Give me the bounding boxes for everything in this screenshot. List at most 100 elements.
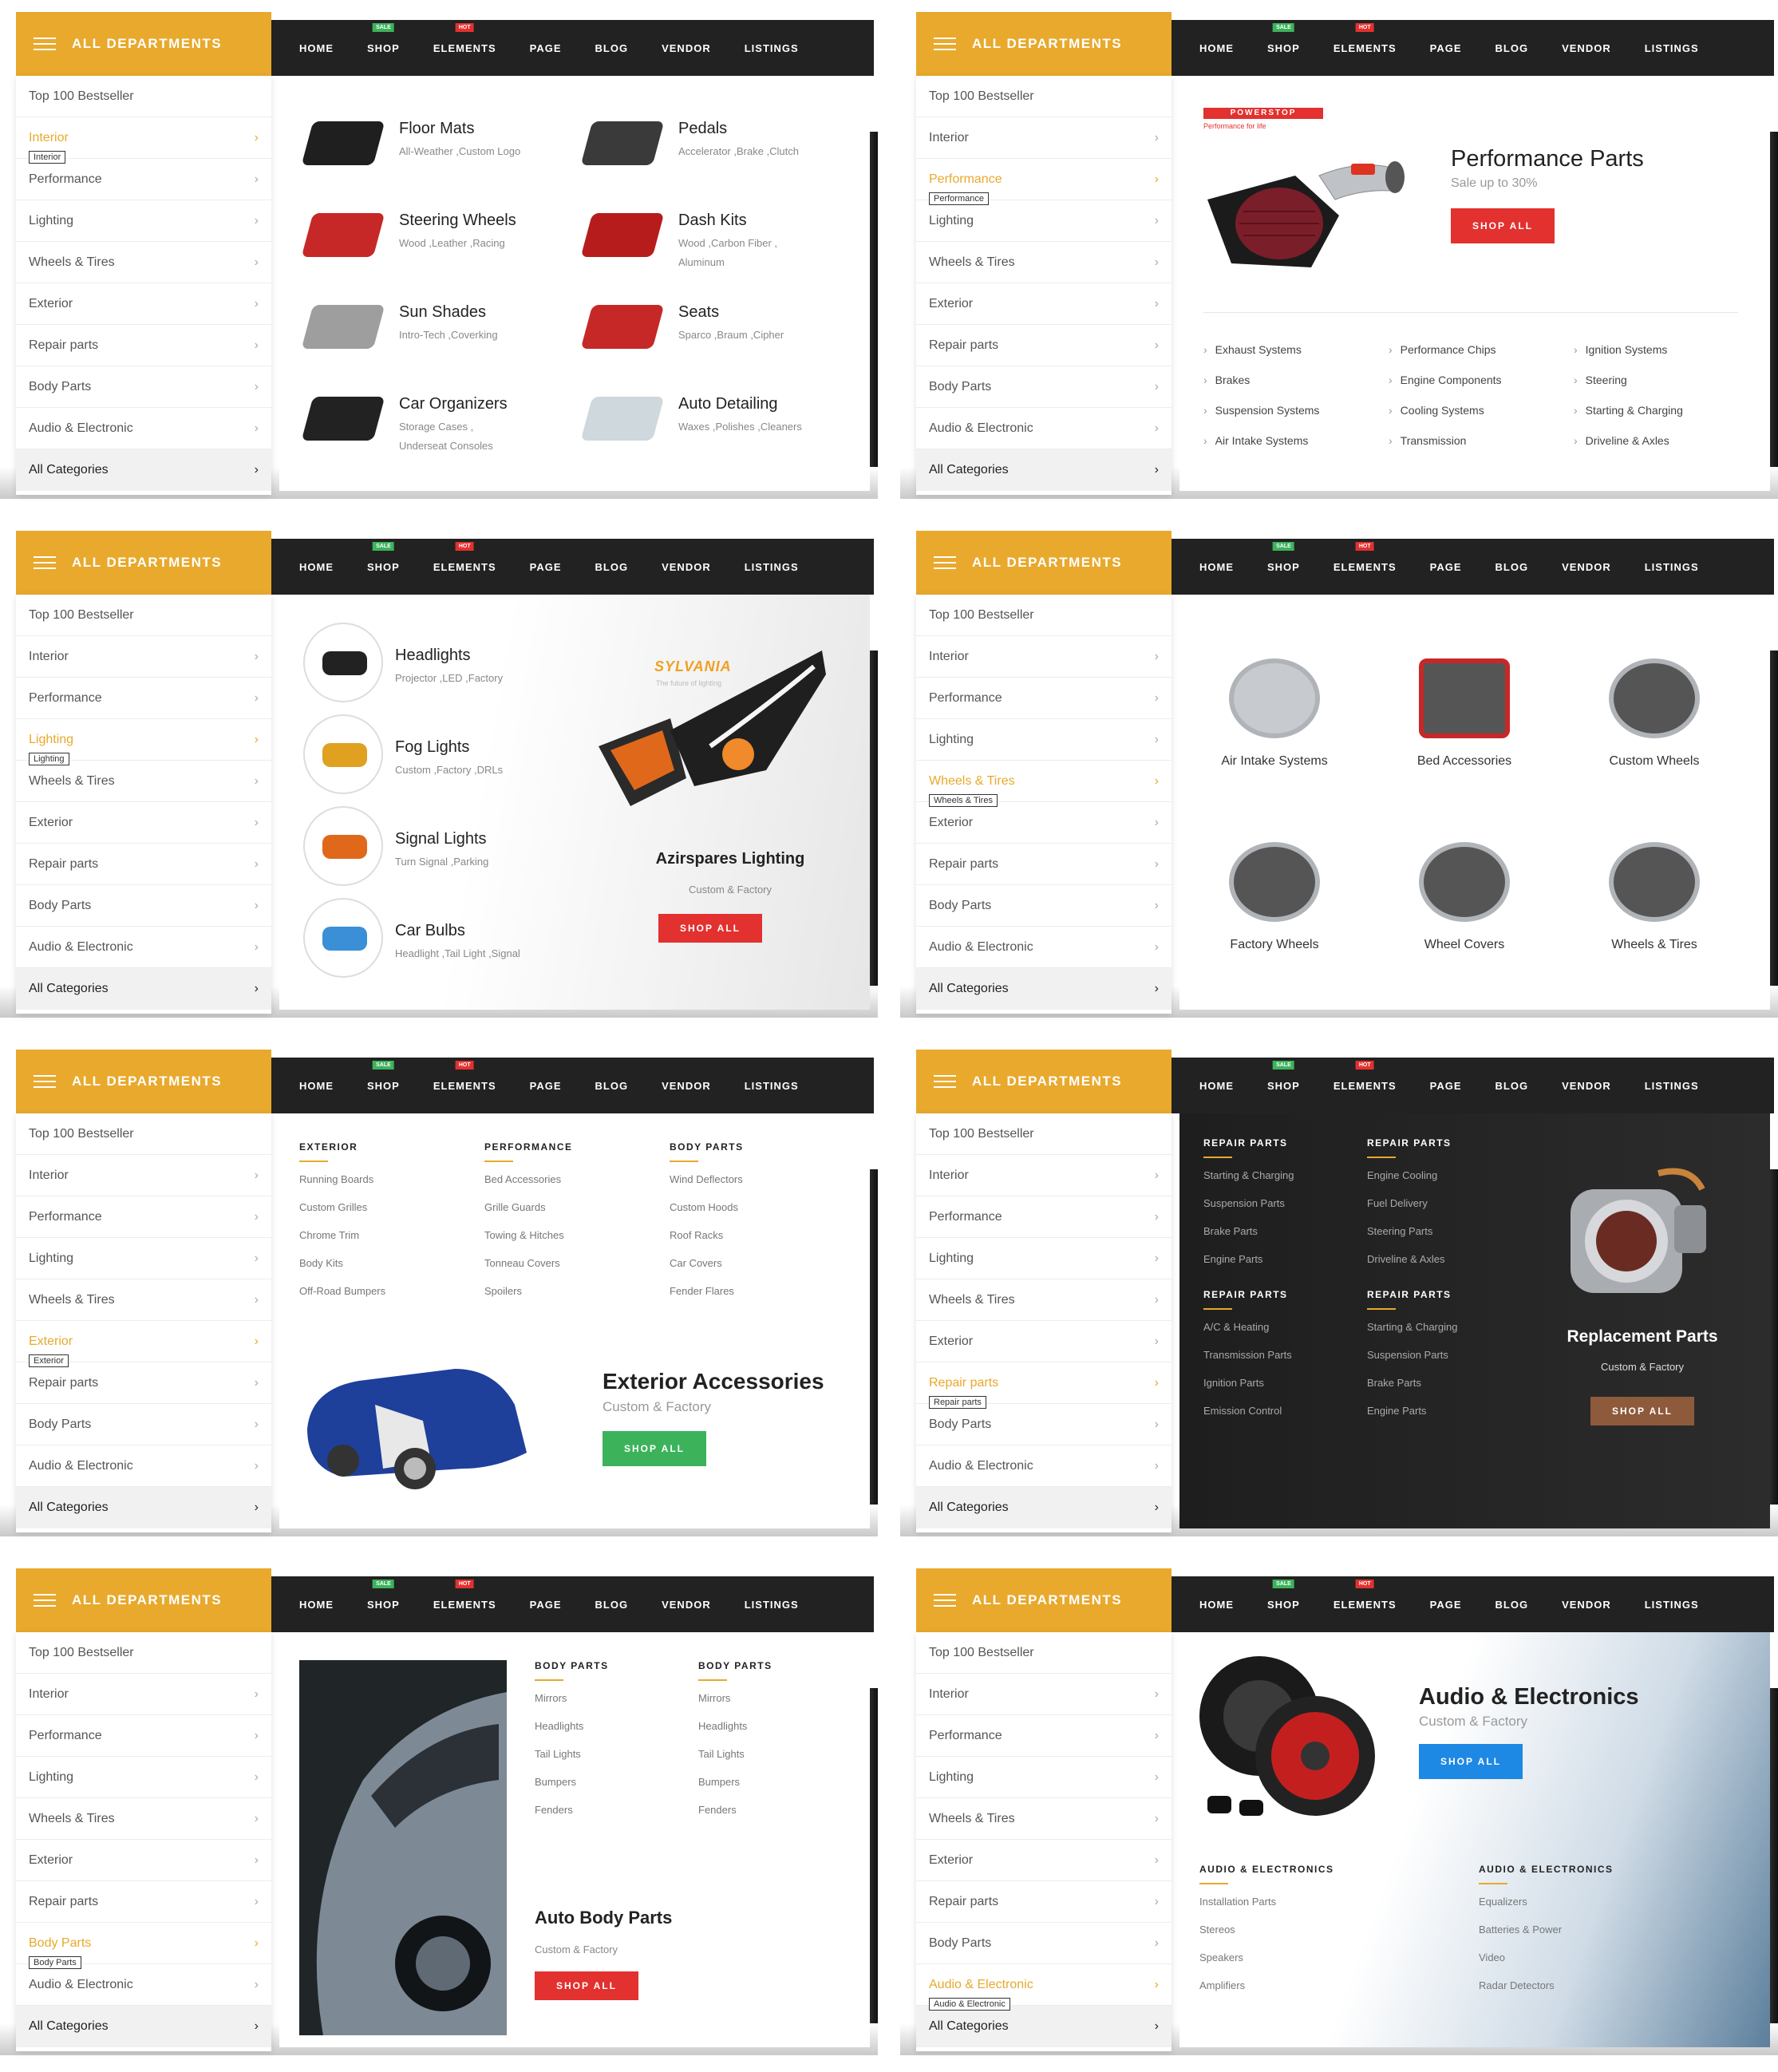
nav-elements[interactable]: ELEMENTS HOT	[433, 1579, 496, 1611]
performance-link[interactable]: › Air Intake Systems	[1203, 434, 1308, 447]
nav-elements[interactable]: ELEMENTS HOT	[1334, 1579, 1397, 1611]
nav-vendor[interactable]: VENDOR	[662, 42, 711, 54]
all-departments-button[interactable]: ALL DEPARTMENTS	[16, 12, 271, 76]
nav-home[interactable]: HOME	[299, 42, 334, 54]
nav-listings[interactable]: LISTINGS	[1645, 1080, 1699, 1092]
column-link[interactable]: Running Boards	[299, 1173, 484, 1185]
shop-all-button[interactable]: SHOP ALL	[658, 914, 762, 943]
sidebar-item-wheels-tires[interactable]: Wheels & Tires › Wheels & Tires	[916, 761, 1172, 807]
lighting-item[interactable]: Fog Lights Custom ,Factory ,DRLs	[303, 714, 567, 794]
column-link[interactable]: Ignition Parts	[1203, 1377, 1367, 1389]
column-link[interactable]: Body Kits	[299, 1257, 484, 1269]
sidebar-item-all-categories[interactable]: All Categories ›	[916, 1487, 1172, 1528]
sidebar-item-wheels-tires[interactable]: Wheels & Tires ›	[16, 1798, 271, 1840]
column-link[interactable]: A/C & Heating	[1203, 1321, 1367, 1333]
sidebar-item-body-parts[interactable]: Body Parts › Body Parts	[16, 1923, 271, 1969]
column-link[interactable]: Starting & Charging	[1203, 1169, 1367, 1181]
performance-link[interactable]: › Steering	[1574, 374, 1627, 386]
column-link[interactable]: Brake Parts	[1203, 1225, 1367, 1237]
sidebar-item-repair-parts[interactable]: Repair parts ›	[16, 325, 271, 366]
nav-listings[interactable]: LISTINGS	[745, 561, 799, 573]
column-link[interactable]: Starting & Charging	[1367, 1321, 1531, 1333]
category-item[interactable]: Seats Sparco ,Braum ,Cipher	[580, 303, 850, 375]
column-link[interactable]: Custom Hoods	[670, 1201, 855, 1213]
sidebar-item-top-100-bestseller[interactable]: Top 100 Bestseller	[16, 1632, 271, 1674]
sidebar-item-top-100-bestseller[interactable]: Top 100 Bestseller	[16, 1113, 271, 1155]
nav-blog[interactable]: BLOG	[1495, 42, 1529, 54]
column-link[interactable]: Steering Parts	[1367, 1225, 1531, 1237]
column-link[interactable]: Stereos	[1199, 1924, 1479, 1936]
performance-link[interactable]: › Suspension Systems	[1203, 404, 1319, 417]
nav-blog[interactable]: BLOG	[595, 561, 629, 573]
sidebar-item-lighting[interactable]: Lighting ›	[16, 1757, 271, 1798]
sidebar-item-performance[interactable]: Performance ›	[16, 678, 271, 719]
column-link[interactable]: Tail Lights	[535, 1748, 698, 1760]
nav-vendor[interactable]: VENDOR	[662, 1080, 711, 1092]
column-link[interactable]: Fuel Delivery	[1367, 1197, 1531, 1209]
sidebar-item-repair-parts[interactable]: Repair parts ›	[16, 1881, 271, 1923]
sidebar-item-top-100-bestseller[interactable]: Top 100 Bestseller	[916, 595, 1172, 636]
sidebar-item-lighting[interactable]: Lighting › Lighting	[16, 719, 271, 765]
sidebar-item-audio-electronic[interactable]: Audio & Electronic ›	[16, 1964, 271, 2006]
sidebar-item-performance[interactable]: Performance ›	[16, 1196, 271, 1238]
sidebar-item-interior[interactable]: Interior ›	[16, 1674, 271, 1715]
sidebar-item-lighting[interactable]: Lighting ›	[16, 1238, 271, 1279]
nav-elements[interactable]: ELEMENTS HOT	[1334, 22, 1397, 54]
column-link[interactable]: Fenders	[698, 1804, 862, 1816]
sidebar-item-lighting[interactable]: Lighting ›	[916, 200, 1172, 242]
sidebar-item-body-parts[interactable]: Body Parts ›	[916, 366, 1172, 408]
sidebar-item-performance[interactable]: Performance › Performance	[916, 159, 1172, 205]
column-link[interactable]: Spoilers	[484, 1285, 670, 1297]
column-link[interactable]: Engine Parts	[1203, 1253, 1367, 1265]
wheels-category[interactable]: Factory Wheels	[1179, 826, 1369, 986]
column-link[interactable]: Towing & Hitches	[484, 1229, 670, 1241]
sidebar-item-exterior[interactable]: Exterior ›	[16, 283, 271, 325]
nav-vendor[interactable]: VENDOR	[1562, 561, 1611, 573]
performance-link[interactable]: › Driveline & Axles	[1574, 434, 1669, 447]
column-link[interactable]: Tonneau Covers	[484, 1257, 670, 1269]
sidebar-item-exterior[interactable]: Exterior ›	[916, 1321, 1172, 1362]
sidebar-item-interior[interactable]: Interior ›	[916, 1155, 1172, 1196]
column-link[interactable]: Tail Lights	[698, 1748, 862, 1760]
nav-home[interactable]: HOME	[1199, 1080, 1234, 1092]
column-link[interactable]: Bed Accessories	[484, 1173, 670, 1185]
column-link[interactable]: Transmission Parts	[1203, 1349, 1367, 1361]
nav-blog[interactable]: BLOG	[595, 42, 629, 54]
shop-all-button[interactable]: SHOP ALL	[535, 1971, 638, 2000]
sidebar-item-wheels-tires[interactable]: Wheels & Tires ›	[916, 1798, 1172, 1840]
all-departments-button[interactable]: ALL DEPARTMENTS	[916, 531, 1172, 595]
nav-vendor[interactable]: VENDOR	[662, 1599, 711, 1611]
column-link[interactable]: Suspension Parts	[1203, 1197, 1367, 1209]
nav-home[interactable]: HOME	[1199, 1599, 1234, 1611]
sidebar-item-wheels-tires[interactable]: Wheels & Tires ›	[16, 1279, 271, 1321]
sidebar-item-body-parts[interactable]: Body Parts ›	[916, 1923, 1172, 1964]
nav-page[interactable]: PAGE	[1430, 1080, 1462, 1092]
nav-listings[interactable]: LISTINGS	[1645, 42, 1699, 54]
sidebar-item-repair-parts[interactable]: Repair parts › Repair parts	[916, 1362, 1172, 1409]
column-link[interactable]: Engine Parts	[1367, 1405, 1531, 1417]
sidebar-item-top-100-bestseller[interactable]: Top 100 Bestseller	[16, 76, 271, 117]
sidebar-item-exterior[interactable]: Exterior ›	[916, 1840, 1172, 1881]
performance-link[interactable]: › Performance Chips	[1389, 343, 1496, 356]
nav-home[interactable]: HOME	[1199, 42, 1234, 54]
nav-page[interactable]: PAGE	[530, 1080, 562, 1092]
shop-all-button[interactable]: SHOP ALL	[603, 1431, 706, 1466]
sidebar-item-lighting[interactable]: Lighting ›	[16, 200, 271, 242]
nav-shop[interactable]: SHOP SALE	[1267, 1060, 1300, 1092]
column-link[interactable]: Video	[1479, 1951, 1758, 1963]
sidebar-item-performance[interactable]: Performance ›	[16, 159, 271, 200]
column-link[interactable]: Chrome Trim	[299, 1229, 484, 1241]
nav-vendor[interactable]: VENDOR	[1562, 1080, 1611, 1092]
wheels-category[interactable]: Air Intake Systems	[1179, 643, 1369, 802]
category-item[interactable]: Dash Kits Wood ,Carbon Fiber , Aluminum	[580, 212, 850, 283]
sidebar-item-performance[interactable]: Performance ›	[916, 1196, 1172, 1238]
nav-vendor[interactable]: VENDOR	[662, 561, 711, 573]
wheels-category[interactable]: Wheel Covers	[1369, 826, 1559, 986]
sidebar-item-repair-parts[interactable]: Repair parts ›	[16, 844, 271, 885]
sidebar-item-exterior[interactable]: Exterior ›	[16, 1840, 271, 1881]
sidebar-item-audio-electronic[interactable]: Audio & Electronic ›	[916, 927, 1172, 968]
sidebar-item-all-categories[interactable]: All Categories ›	[16, 968, 271, 1010]
sidebar-item-repair-parts[interactable]: Repair parts ›	[16, 1362, 271, 1404]
column-link[interactable]: Grille Guards	[484, 1201, 670, 1213]
column-link[interactable]: Off-Road Bumpers	[299, 1285, 484, 1297]
